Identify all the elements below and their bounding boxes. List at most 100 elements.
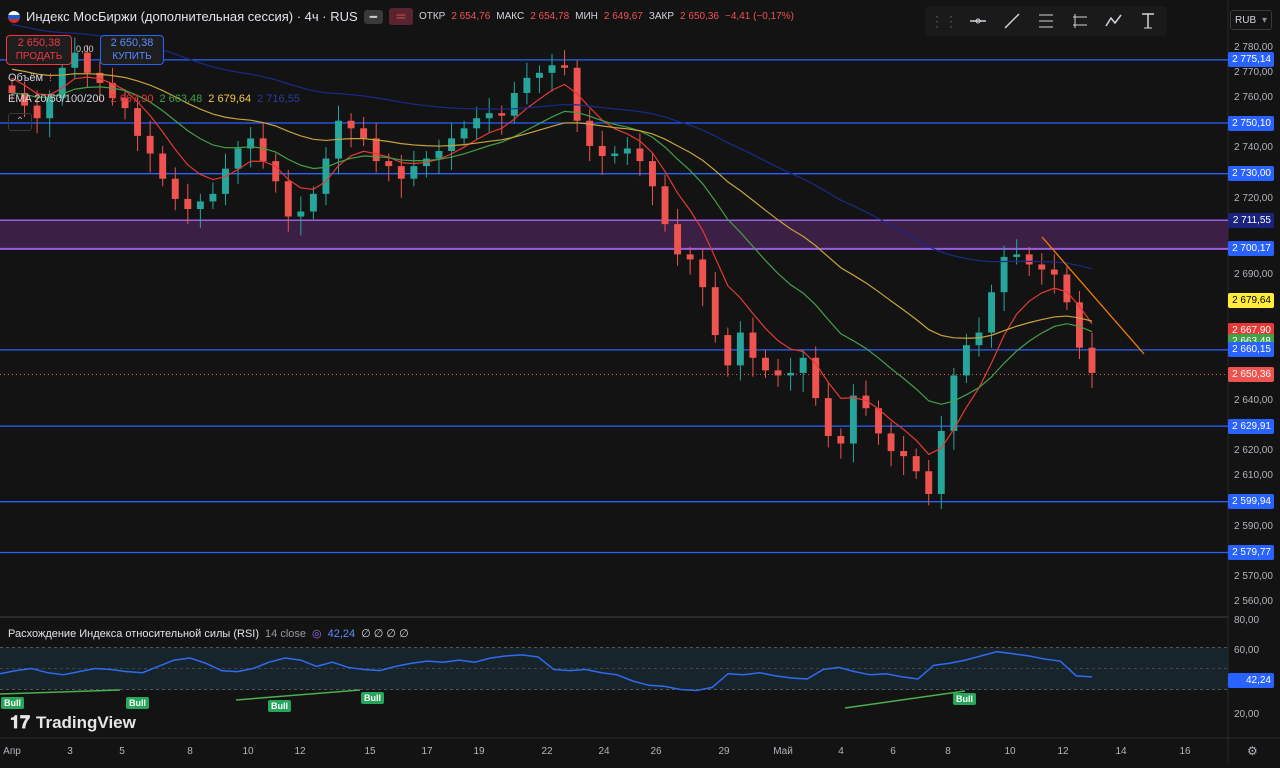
price-chart[interactable] bbox=[0, 0, 1280, 763]
candle-body bbox=[598, 145, 606, 157]
candle-body bbox=[900, 451, 908, 457]
buy-button[interactable]: 2 650,38 КУПИТЬ bbox=[100, 35, 164, 65]
candle-body bbox=[535, 72, 543, 78]
rsi-value: 42,24 bbox=[327, 627, 356, 640]
tradingview-logo[interactable]: 𝟏𝟕 TradingView bbox=[10, 712, 136, 733]
rsi-extra-values: ∅ ∅ ∅ ∅ bbox=[361, 628, 409, 640]
level-2750: 2 750,10 bbox=[1228, 115, 1274, 131]
candle-body bbox=[912, 456, 920, 472]
time-axis-tick: 12 bbox=[1057, 746, 1069, 757]
rsi-axis-80: 80,00 bbox=[1234, 615, 1260, 626]
price-axis-tick: 2 760,00 bbox=[1234, 92, 1273, 104]
level-2579: 2 579,77 bbox=[1228, 545, 1274, 561]
candle-body bbox=[1038, 264, 1046, 270]
time-axis-tick: 8 bbox=[945, 746, 951, 757]
ema-legend[interactable]: EMA 20/50/100/200 2 667,90 2 663,48 2 67… bbox=[8, 93, 300, 105]
candle-body bbox=[222, 168, 229, 194]
bull-label: Bull bbox=[1, 697, 24, 709]
rsi-axis-60: 60,00 bbox=[1234, 645, 1260, 656]
price-axis-tick: 2 610,00 bbox=[1234, 470, 1273, 482]
candle-body bbox=[196, 201, 204, 209]
price-axis-tick: 2 570,00 bbox=[1234, 571, 1273, 583]
time-axis-tick: 12 bbox=[294, 746, 306, 757]
buy-label: КУПИТЬ bbox=[112, 51, 152, 62]
rsi-legend[interactable]: Расхождение Индекса относительной силы (… bbox=[8, 627, 409, 641]
visibility-toggle-icon[interactable]: ━ bbox=[363, 9, 383, 24]
time-axis-tick: 8 bbox=[187, 746, 193, 757]
remove-icon[interactable]: ＝ bbox=[388, 8, 413, 25]
candle-body bbox=[649, 161, 656, 187]
symbol-title[interactable]: Индекс МосБиржи (дополнительная сессия) … bbox=[26, 9, 358, 24]
candle-body bbox=[385, 161, 393, 167]
candle-body bbox=[184, 198, 192, 209]
candle-body bbox=[297, 211, 305, 217]
chart-area[interactable] bbox=[0, 0, 1280, 763]
candle-body bbox=[347, 120, 355, 129]
tv-logo-icon: 𝟏𝟕 bbox=[10, 712, 31, 732]
candle-body bbox=[322, 158, 330, 194]
sell-button[interactable]: 2 650,38 ПРОДАТЬ bbox=[6, 35, 72, 65]
ema200-label: 2 711,55 bbox=[1228, 212, 1274, 228]
drag-icon[interactable]: ⋮⋮ bbox=[930, 8, 958, 34]
path-icon[interactable] bbox=[1101, 8, 1127, 34]
time-axis-tick: 10 bbox=[1004, 746, 1016, 757]
candle-body bbox=[159, 153, 167, 179]
candle-body bbox=[736, 332, 744, 366]
time-axis-tick: 6 bbox=[890, 746, 896, 757]
time-axis-tick: 17 bbox=[421, 746, 433, 757]
horizontal-line-icon[interactable] bbox=[965, 8, 991, 34]
flag-icon bbox=[8, 10, 20, 23]
candle-body bbox=[71, 52, 79, 68]
price-axis-tick: 2 740,00 bbox=[1234, 142, 1273, 154]
sell-price: 2 650,38 bbox=[17, 37, 61, 49]
fib-icon[interactable] bbox=[1033, 8, 1059, 34]
candle-body bbox=[272, 161, 280, 182]
candle-body bbox=[925, 471, 933, 494]
candle-body bbox=[724, 335, 732, 366]
settings-icon[interactable]: ⚙ bbox=[1247, 744, 1258, 758]
symbol-legend: Индекс МосБиржи (дополнительная сессия) … bbox=[8, 8, 794, 25]
time-axis-tick: 14 bbox=[1115, 746, 1127, 757]
candle-body bbox=[975, 332, 983, 346]
trend-line-icon[interactable] bbox=[999, 8, 1025, 34]
bull-label: Bull bbox=[126, 697, 149, 709]
drawing-toolbar: ⋮⋮ bbox=[925, 6, 1167, 36]
time-axis-tick: Май bbox=[773, 746, 793, 757]
rsi-settings-icon[interactable]: ◎ bbox=[312, 627, 322, 640]
parallel-channel-icon[interactable] bbox=[1067, 8, 1093, 34]
resistance-zone[interactable] bbox=[0, 220, 1228, 249]
candle-body bbox=[397, 166, 405, 179]
currency-value: RUB bbox=[1235, 15, 1257, 26]
tv-logo-text: TradingView bbox=[36, 712, 136, 732]
candle-body bbox=[674, 224, 682, 255]
last-price: 2 650,36 bbox=[1228, 367, 1274, 383]
currency-select[interactable]: RUB ▾ bbox=[1230, 10, 1272, 30]
candle-body bbox=[611, 153, 619, 157]
high-value: 2 654,78 bbox=[530, 11, 570, 22]
candle-body bbox=[762, 357, 769, 371]
time-axis-tick: 22 bbox=[541, 746, 553, 757]
candle-body bbox=[561, 65, 569, 68]
candle-body bbox=[887, 433, 895, 452]
price-axis-tick: 2 590,00 bbox=[1234, 520, 1273, 532]
candle-body bbox=[83, 52, 91, 73]
candle-body bbox=[510, 93, 518, 116]
candle-body bbox=[950, 375, 958, 431]
rsi-axis-20: 20,00 bbox=[1234, 709, 1260, 720]
high-label: МАКС bbox=[496, 11, 525, 22]
bull-label: Bull bbox=[268, 700, 291, 712]
change-value: −4,41 (−0,17%) bbox=[724, 11, 794, 22]
candle-body bbox=[875, 408, 882, 434]
chevron-down-icon: ▾ bbox=[1261, 15, 1267, 26]
time-axis-tick: 15 bbox=[364, 746, 376, 757]
volume-legend[interactable]: Объём ! bbox=[8, 72, 52, 84]
text-icon[interactable] bbox=[1135, 8, 1161, 34]
candle-body bbox=[661, 186, 669, 225]
warning-icon[interactable]: ! bbox=[49, 72, 52, 84]
candle-body bbox=[686, 254, 694, 260]
collapse-legend-button[interactable]: ⌃ bbox=[8, 113, 32, 131]
bull-label: Bull bbox=[953, 693, 976, 705]
candle-body bbox=[837, 435, 845, 444]
open-label: ОТКР bbox=[418, 11, 446, 22]
candle-body bbox=[309, 193, 317, 212]
